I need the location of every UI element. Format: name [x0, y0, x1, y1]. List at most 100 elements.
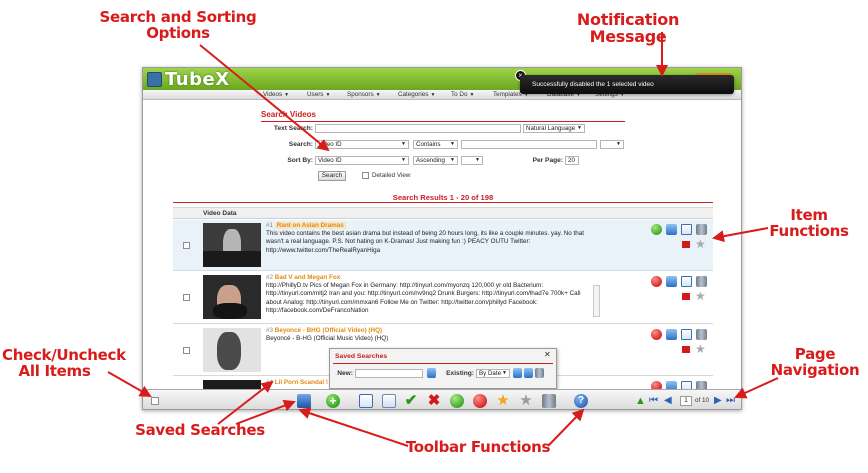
existing-search-select[interactable]: By Date ▼ [476, 369, 510, 378]
video-thumbnail[interactable] [203, 223, 261, 267]
approve-icon[interactable]: ✔ [404, 393, 418, 408]
table-row[interactable]: #1 Rant on Asian Dramas This video conta… [173, 220, 713, 271]
nav-label: To Do [451, 91, 468, 98]
flag-icon[interactable] [682, 293, 690, 300]
popup-divider [333, 363, 553, 364]
row-checkbox[interactable] [183, 242, 190, 249]
sort-field-select[interactable]: Video ID ▼ [315, 156, 409, 165]
text-search-label: Text Search: [273, 125, 313, 132]
annotation-notification: Notification Message [576, 10, 680, 46]
help-icon[interactable]: ? [574, 394, 588, 408]
enable-icon[interactable] [450, 394, 464, 408]
comments-icon[interactable] [666, 276, 677, 287]
star-icon[interactable]: ★ [695, 343, 706, 355]
description-scrollbar[interactable] [593, 285, 600, 317]
search-field-select[interactable]: Video ID ▼ [315, 140, 409, 149]
row-text: #3 Beyoncé - BHG (Official Video) (HQ) B… [266, 327, 596, 343]
detailed-view-label: Detailed View [372, 172, 411, 179]
edit-icon[interactable] [681, 276, 692, 287]
row-title-link[interactable]: Bad V and Megan Fox [275, 274, 340, 281]
chevron-down-icon: ▼ [475, 157, 480, 163]
new-search-input[interactable] [355, 369, 423, 378]
sort-direction-select[interactable]: Ascending ▼ [413, 156, 458, 165]
video-thumbnail[interactable] [203, 275, 261, 319]
search-button[interactable]: Search [318, 171, 346, 181]
save-icon[interactable] [524, 368, 533, 378]
database-icon[interactable] [696, 276, 707, 287]
nav-item-users[interactable]: Users ▼ [307, 91, 330, 98]
close-icon[interactable]: ✕ [544, 351, 552, 359]
load-icon[interactable] [513, 368, 522, 378]
row-number: #4 [266, 379, 274, 386]
annotation-search-sorting: Search and Sorting Options [93, 9, 263, 42]
comments-icon[interactable] [666, 329, 677, 340]
results-divider [173, 202, 713, 203]
text-search-input[interactable] [315, 124, 521, 133]
next-page-icon[interactable]: ▶ [714, 394, 722, 408]
database-icon[interactable] [696, 224, 707, 235]
email-icon[interactable] [382, 394, 396, 408]
last-page-icon[interactable]: ⏭ [726, 394, 735, 408]
database-icon[interactable] [696, 329, 707, 340]
search-value-input[interactable] [461, 140, 597, 149]
check-all-checkbox[interactable] [151, 397, 159, 405]
row-title-link[interactable]: Beyoncé - BHG (Official Video) (HQ) [275, 327, 382, 334]
sort-extra-select[interactable]: ▼ [461, 156, 483, 165]
table-row[interactable]: #2 Bad V and Megan Fox http://PhillyD.tv… [173, 272, 713, 324]
row-checkbox[interactable] [183, 347, 190, 354]
nav-label: Sponsors [347, 91, 374, 98]
nav-item-todo[interactable]: To Do ▼ [451, 91, 474, 98]
chevron-down-icon: ▼ [450, 141, 455, 147]
search-extra-select[interactable]: ▼ [600, 140, 624, 149]
unfeature-star-icon[interactable]: ★ [519, 393, 533, 408]
detailed-view-checkbox[interactable] [362, 172, 369, 179]
annotation-toolbar-functions: Toolbar Functions [405, 438, 551, 456]
video-thumbnail[interactable] [203, 328, 261, 372]
disable-icon[interactable] [651, 276, 662, 287]
nav-label: Categories [398, 91, 429, 98]
arrow-toolbar-left [298, 407, 409, 447]
edit-icon[interactable] [681, 329, 692, 340]
flag-icon[interactable] [682, 241, 690, 248]
scroll-top-icon[interactable]: ▲ [635, 394, 646, 408]
star-icon[interactable]: ★ [695, 290, 706, 302]
delete-icon[interactable] [535, 368, 544, 378]
annotation-line: All Items [18, 361, 91, 380]
disable-icon[interactable] [651, 329, 662, 340]
row-title-link[interactable]: Lil Porn Scandal ! [275, 379, 328, 386]
first-page-icon[interactable]: ⏮ [649, 394, 658, 408]
row-checkbox[interactable] [183, 294, 190, 301]
previous-page-icon[interactable]: ◀ [664, 394, 672, 408]
row-title-link[interactable]: Rant on Asian Dramas [274, 222, 346, 229]
reject-icon[interactable]: ✖ [427, 393, 441, 408]
nav-item-categories[interactable]: Categories ▼ [398, 91, 435, 98]
select-value: By Date [479, 370, 502, 377]
per-page-input[interactable]: 20 [565, 156, 579, 165]
comments-icon[interactable] [666, 224, 677, 235]
nav-item-sponsors[interactable]: Sponsors ▼ [347, 91, 381, 98]
feature-star-icon[interactable]: ★ [496, 393, 510, 408]
nav-item-videos[interactable]: Videos ▼ [263, 91, 289, 98]
edit-icon[interactable] [359, 394, 373, 408]
chevron-down-icon: ▼ [284, 92, 290, 98]
save-search-icon[interactable] [297, 394, 311, 408]
database-icon[interactable] [542, 394, 556, 408]
chevron-down-icon: ▼ [450, 157, 455, 163]
results-table-header: Video Data [173, 207, 713, 219]
disable-icon[interactable] [473, 394, 487, 408]
enable-icon[interactable] [651, 224, 662, 235]
sort-by-label: Sort By: [287, 157, 313, 164]
flag-icon[interactable] [682, 346, 690, 353]
search-section-title: Search Videos [261, 110, 316, 119]
edit-icon[interactable] [681, 224, 692, 235]
search-operator-select[interactable]: Contains ▼ [413, 140, 458, 149]
select-value: Natural Language [526, 125, 576, 132]
text-search-mode-select[interactable]: Natural Language ▼ [523, 124, 585, 133]
save-icon[interactable] [427, 368, 436, 378]
star-icon[interactable]: ★ [695, 238, 706, 250]
add-icon[interactable]: + [326, 394, 340, 408]
annotation-line: Options [146, 23, 210, 42]
chevron-down-icon: ▼ [375, 92, 381, 98]
page-number-input[interactable]: 1 [680, 396, 692, 406]
select-value: Ascending [416, 157, 445, 164]
